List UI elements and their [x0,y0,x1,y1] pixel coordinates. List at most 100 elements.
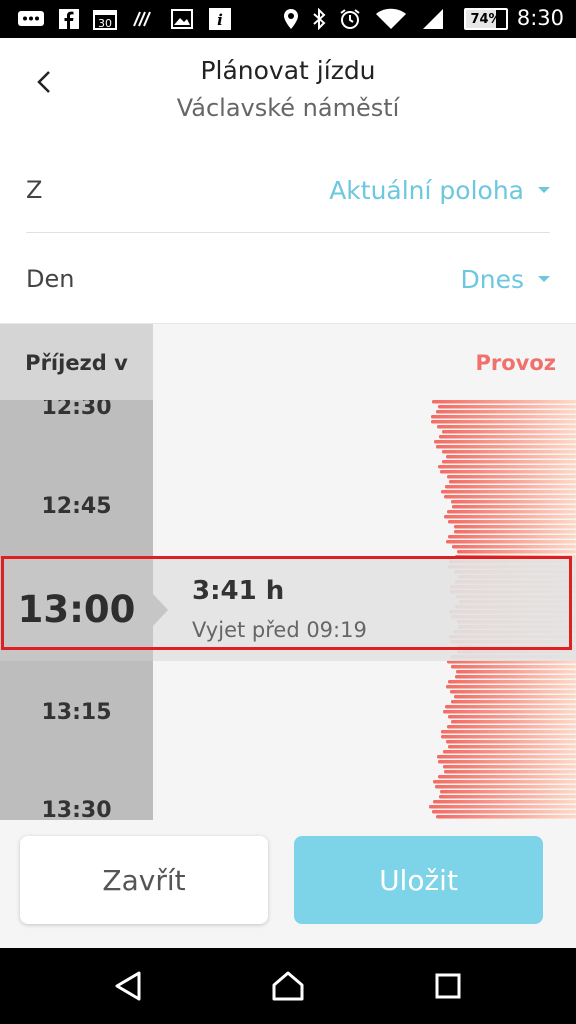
day-row[interactable]: Den Dnes [26,235,550,323]
traffic-bar [450,690,576,694]
time-slot[interactable]: 12:45 [0,494,153,519]
signal-icon [420,9,446,29]
traffic-bar [438,405,576,409]
dropdown-caret-icon [538,276,550,282]
traffic-bar [441,490,576,494]
traffic-bar [448,715,576,719]
traffic-bar [434,440,576,444]
traffic-bar [432,810,576,814]
svg-text:i: i [217,11,223,29]
traffic-bar [445,705,576,709]
message-icon [16,9,46,29]
traffic-bar [451,720,576,724]
traffic-bar [449,480,576,484]
traffic-bar [445,485,576,489]
divider [26,232,550,233]
traffic-bar [446,455,576,459]
from-row[interactable]: Z Aktuální poloha [26,146,550,234]
traffic-bar [436,445,576,449]
traffic-bar [439,435,576,439]
traffic-bar [456,670,576,674]
traffic-bar [435,785,576,789]
wifi-icon [374,8,408,29]
traffic-bar [446,685,576,689]
traffic-bar [451,500,576,504]
traffic-bar [451,665,576,669]
traffic-bar [442,430,576,434]
from-value: Aktuální poloha [329,175,524,205]
traffic-bar [432,400,576,404]
traffic-bar [438,465,576,469]
navigation-bar [0,948,576,1024]
image-icon [170,9,194,29]
traffic-bar [443,710,576,714]
calendar-icon: 30 [92,9,118,30]
traffic-bar [448,535,576,539]
traffic-bar [440,470,576,474]
save-button[interactable]: Uložit [294,836,543,924]
traffic-bar [438,775,576,779]
highlight-box [1,556,572,650]
traffic-bar [438,760,576,764]
info-icon: i [208,8,232,30]
traffic-bar [452,545,576,549]
traffic-bar [439,795,576,799]
close-button[interactable]: Zavřít [20,836,268,924]
traffic-bar [444,495,576,499]
dropdown-caret-icon [538,187,550,193]
clock: 8:30 [516,6,564,30]
bluetooth-icon [310,8,328,30]
day-label: Den [26,265,75,293]
traffic-bar [440,790,576,794]
day-select[interactable]: Dnes [460,265,550,294]
traffic-bar [436,410,576,414]
nav-recents-icon[interactable] [428,966,468,1006]
traffic-bar [436,815,576,819]
traffic-bar [457,550,576,554]
traffic-bar [448,745,576,749]
nav-back-icon[interactable] [108,966,148,1006]
traffic-bar [441,735,576,739]
traffic-bar [454,695,576,699]
time-slot[interactable]: 13:30 [0,798,153,820]
traffic-bar [443,765,576,769]
facebook-icon [58,9,80,29]
nav-home-icon[interactable] [268,966,308,1006]
traffic-bar [454,530,576,534]
nfc-icon [130,9,156,29]
traffic-bar [448,520,576,524]
traffic-bar [444,770,576,774]
traffic-bar [447,510,576,514]
time-slot[interactable]: 12:30 [0,400,153,420]
traffic-bar [446,740,576,744]
header: Plánovat jízdu Václavské náměstí [0,38,576,146]
traffic-bar [444,515,576,519]
traffic-bar [429,805,576,809]
traffic-bar [451,700,576,704]
traffic-bar [442,460,576,464]
traffic-bar [447,475,576,479]
traffic-bar [431,415,576,419]
battery-icon: 74% [464,8,508,30]
page-title: Plánovat jízdu [200,56,376,85]
time-slot[interactable]: 13:15 [0,700,153,725]
traffic-bar [442,450,576,454]
alarm-icon [337,9,363,29]
battery-level: 74% [470,11,502,27]
from-select[interactable]: Aktuální poloha [329,176,550,205]
svg-text:30: 30 [98,17,112,30]
traffic-bar [455,675,576,679]
time-list[interactable]: 12:30 12:45 13:00 3:41 h Vyjet před 09:1… [0,400,576,820]
traffic-bar [446,540,576,544]
traffic-bar [441,730,576,734]
from-label: Z [26,176,43,204]
arrival-header: Příjezd v [0,324,153,401]
traffic-bar [433,780,576,784]
table-header: Příjezd v Provoz [0,323,576,401]
traffic-bar [433,800,576,804]
traffic-bar [437,755,576,759]
page-subtitle: Václavské náměstí [176,94,400,122]
location-icon [282,9,300,29]
traffic-bar [447,725,576,729]
traffic-bar [437,425,576,429]
